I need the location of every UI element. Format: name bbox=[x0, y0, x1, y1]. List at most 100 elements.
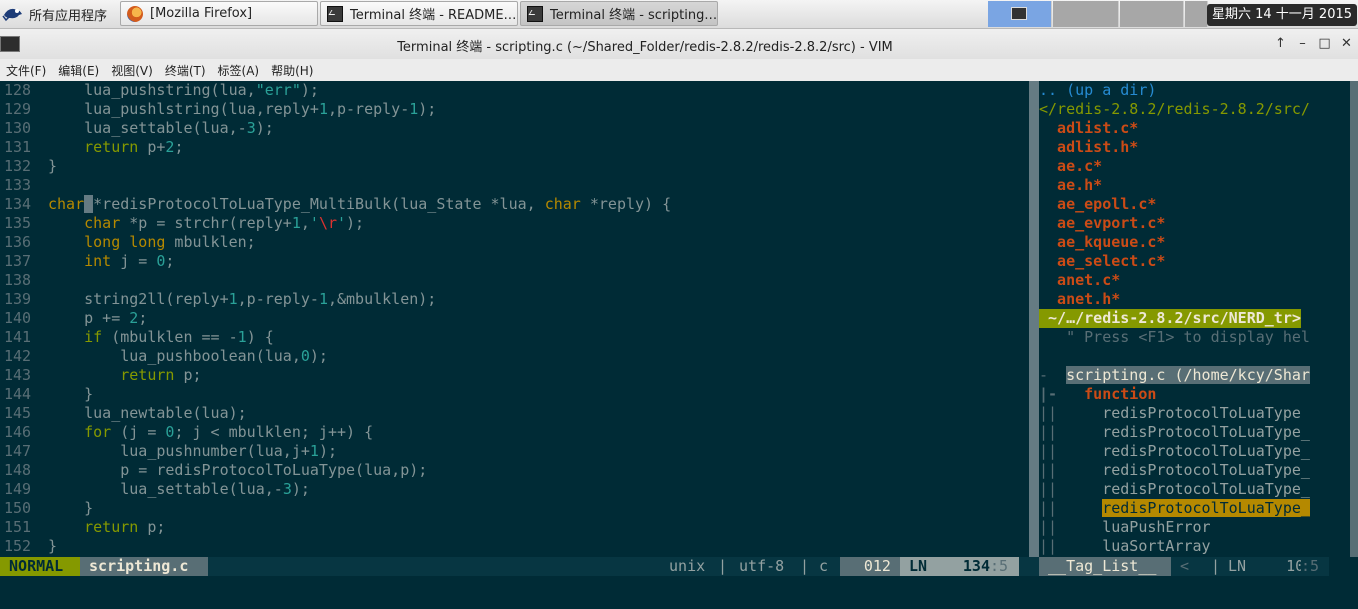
code-line[interactable]: 139 string2ll(reply+1,p-reply-1,&mbulkle… bbox=[0, 290, 436, 309]
tree-item[interactable]: ae.h* bbox=[1039, 176, 1102, 195]
code-line[interactable]: 145 lua_newtable(lua); bbox=[0, 404, 247, 423]
code-token: } bbox=[48, 157, 58, 175]
vertical-split-divider[interactable] bbox=[1029, 81, 1039, 557]
tree-item-label: luaPushError bbox=[1102, 518, 1211, 536]
taskbar-item-terminal-scripting[interactable]: Terminal 终端 - scripting.… bbox=[520, 1, 718, 26]
code-token: ); bbox=[300, 81, 319, 99]
tree-item[interactable]: || redisProtocolToLuaType_ bbox=[1039, 423, 1310, 442]
code-line[interactable]: 150 } bbox=[0, 499, 93, 518]
tree-item[interactable]: - scripting.c (/home/kcy/Shar bbox=[1039, 366, 1310, 385]
code-line[interactable]: 136 long long mbulklen; bbox=[0, 233, 256, 252]
code-line[interactable]: 142 lua_pushboolean(lua,0); bbox=[0, 347, 328, 366]
tree-item[interactable]: anet.c* bbox=[1039, 271, 1120, 290]
tree-item[interactable]: anet.h* bbox=[1039, 290, 1120, 309]
code-line[interactable]: 131 return p+2; bbox=[0, 138, 183, 157]
code-line[interactable]: 149 lua_settable(lua,-3); bbox=[0, 480, 310, 499]
workspace-3[interactable] bbox=[1120, 1, 1184, 27]
tree-item[interactable]: </redis-2.8.2/redis-2.8.2/src/ bbox=[1039, 100, 1310, 119]
tree-item[interactable]: || redisProtocolToLuaType bbox=[1039, 404, 1301, 423]
tree-item-label: redisProtocolToLuaType_ bbox=[1102, 480, 1310, 498]
code-token: 1 bbox=[228, 290, 238, 308]
tree-item[interactable]: || redisProtocolToLuaType_ bbox=[1039, 461, 1310, 480]
workspace-1[interactable] bbox=[988, 1, 1052, 27]
close-button[interactable]: ✕ bbox=[1339, 37, 1354, 51]
tree-item[interactable]: ae.c* bbox=[1039, 157, 1102, 176]
workspace-4[interactable] bbox=[1185, 1, 1208, 27]
menu-tabs[interactable]: 标签(A) bbox=[212, 62, 266, 79]
code-token: 2 bbox=[129, 309, 139, 327]
minimize-button[interactable]: – bbox=[1295, 37, 1310, 51]
tree-item[interactable]: ae_select.c* bbox=[1039, 252, 1165, 271]
menu-help[interactable]: 帮助(H) bbox=[265, 62, 319, 79]
taglist-name: __Tag_List__ bbox=[1039, 557, 1171, 576]
tree-item[interactable]: || luaSortArray bbox=[1039, 537, 1211, 556]
code-line[interactable]: 137 int j = 0; bbox=[0, 252, 174, 271]
tree-item[interactable]: ae_kqueue.c* bbox=[1039, 233, 1165, 252]
terminal-area[interactable]: 128 lua_pushstring(lua,"err"); 129 lua_pu… bbox=[0, 81, 1358, 609]
code-line[interactable]: 148 p = redisProtocolToLuaType(lua,p); bbox=[0, 461, 427, 480]
code-token: 1 bbox=[409, 100, 419, 118]
menu-view[interactable]: 视图(V) bbox=[105, 62, 159, 79]
code-token: char bbox=[48, 195, 85, 213]
code-line[interactable]: 130 lua_settable(lua,-3); bbox=[0, 119, 274, 138]
menu-terminal[interactable]: 终端(T) bbox=[159, 62, 212, 79]
menu-file[interactable]: 文件(F) bbox=[0, 62, 52, 79]
code-token: p+ bbox=[138, 138, 166, 156]
code-token: lua_pushboolean(lua, bbox=[48, 347, 301, 365]
file-name: scripting.c bbox=[80, 557, 208, 576]
tree-item-label: function bbox=[1084, 385, 1157, 403]
tree-item[interactable]: || redisProtocolToLuaType_ bbox=[1039, 499, 1310, 518]
code-line[interactable]: 138 bbox=[0, 271, 48, 290]
tree-item[interactable]: || redisProtocolToLuaType_ bbox=[1039, 442, 1310, 461]
xfce-mouse-icon bbox=[2, 8, 22, 22]
taskbar-item-terminal-readme[interactable]: Terminal 终端 - README.… bbox=[320, 1, 518, 26]
window-titlebar[interactable]: Terminal 终端 - scripting.c (~/Shared_Fold… bbox=[0, 29, 1358, 59]
code-token: return bbox=[84, 518, 139, 536]
code-line[interactable]: 134 char *redisProtocolToLuaType_MultiBul… bbox=[0, 195, 671, 214]
code-token: (mbulklen == - bbox=[102, 328, 238, 346]
code-line[interactable]: 152} bbox=[0, 537, 57, 556]
tree-item[interactable]: " Press <F1> to display hel bbox=[1039, 328, 1310, 347]
scrollbar-thumb[interactable] bbox=[1350, 81, 1358, 557]
tree-item[interactable]: adlist.c* bbox=[1039, 119, 1138, 138]
code-line[interactable]: 141 if (mbulklen == -1) { bbox=[0, 328, 274, 347]
code-token: } bbox=[48, 499, 94, 517]
tree-item[interactable]: ~/…/redis-2.8.2/src/NERD_tr> bbox=[1039, 309, 1301, 328]
code-line[interactable]: 135 char *p = strchr(reply+1,'\r'); bbox=[0, 214, 364, 233]
line-number: 135 bbox=[4, 214, 32, 232]
tree-item[interactable]: adlist.h* bbox=[1039, 138, 1138, 157]
window-controls: ↑ – □ ✕ bbox=[1273, 37, 1354, 51]
maximize-button[interactable]: □ bbox=[1317, 37, 1332, 51]
clock[interactable]: 星期六 14 十一月 2015 bbox=[1207, 4, 1357, 26]
code-line[interactable]: 146 for (j = 0; j < mbulklen; j++) { bbox=[0, 423, 373, 442]
tree-item[interactable]: ae_evport.c* bbox=[1039, 214, 1165, 233]
code-token: ); bbox=[318, 442, 337, 460]
tree-item[interactable]: || redisProtocolToLuaType_ bbox=[1039, 480, 1310, 499]
menu-edit[interactable]: 编辑(E) bbox=[52, 62, 105, 79]
tree-item[interactable]: .. (up a dir) bbox=[1039, 81, 1156, 100]
nerdtree-taglist-pane[interactable]: .. (up a dir) </redis-2.8.2/redis-2.8.2/s… bbox=[1039, 81, 1339, 557]
taskbar-item-firefox[interactable]: [Mozilla Firefox] bbox=[120, 1, 318, 26]
tree-prefix: |- bbox=[1039, 385, 1085, 403]
code-line[interactable]: 147 lua_pushnumber(lua,j+1); bbox=[0, 442, 337, 461]
code-line[interactable]: 143 return p; bbox=[0, 366, 202, 385]
code-line[interactable]: 132} bbox=[0, 157, 57, 176]
code-line[interactable]: 140 p += 2; bbox=[0, 309, 147, 328]
tree-highlighted-text: scripting.c (/home/kcy/Shar bbox=[1066, 366, 1310, 384]
code-line[interactable]: 151 return p; bbox=[0, 518, 165, 537]
code-line[interactable]: 144 } bbox=[0, 385, 93, 404]
shade-button[interactable]: ↑ bbox=[1273, 37, 1288, 51]
code-line[interactable]: 133 bbox=[0, 176, 48, 195]
tree-highlighted-text: redisProtocolToLuaType_ bbox=[1102, 499, 1310, 517]
code-token: ' bbox=[337, 214, 347, 232]
scrollbar[interactable] bbox=[1350, 81, 1358, 557]
text-cursor bbox=[84, 195, 94, 213]
tree-item[interactable]: ae_epoll.c* bbox=[1039, 195, 1156, 214]
workspace-2[interactable] bbox=[1053, 1, 1119, 27]
code-line[interactable]: 129 lua_pushlstring(lua,reply+1,p-reply-… bbox=[0, 100, 436, 119]
code-line[interactable]: 128 lua_pushstring(lua,"err"); bbox=[0, 81, 319, 100]
tree-item[interactable]: |- function bbox=[1039, 385, 1156, 404]
applications-menu-button[interactable]: 所有应用程序 bbox=[2, 2, 107, 26]
line-number: 134 bbox=[4, 195, 32, 213]
tree-item[interactable]: || luaPushError bbox=[1039, 518, 1211, 537]
